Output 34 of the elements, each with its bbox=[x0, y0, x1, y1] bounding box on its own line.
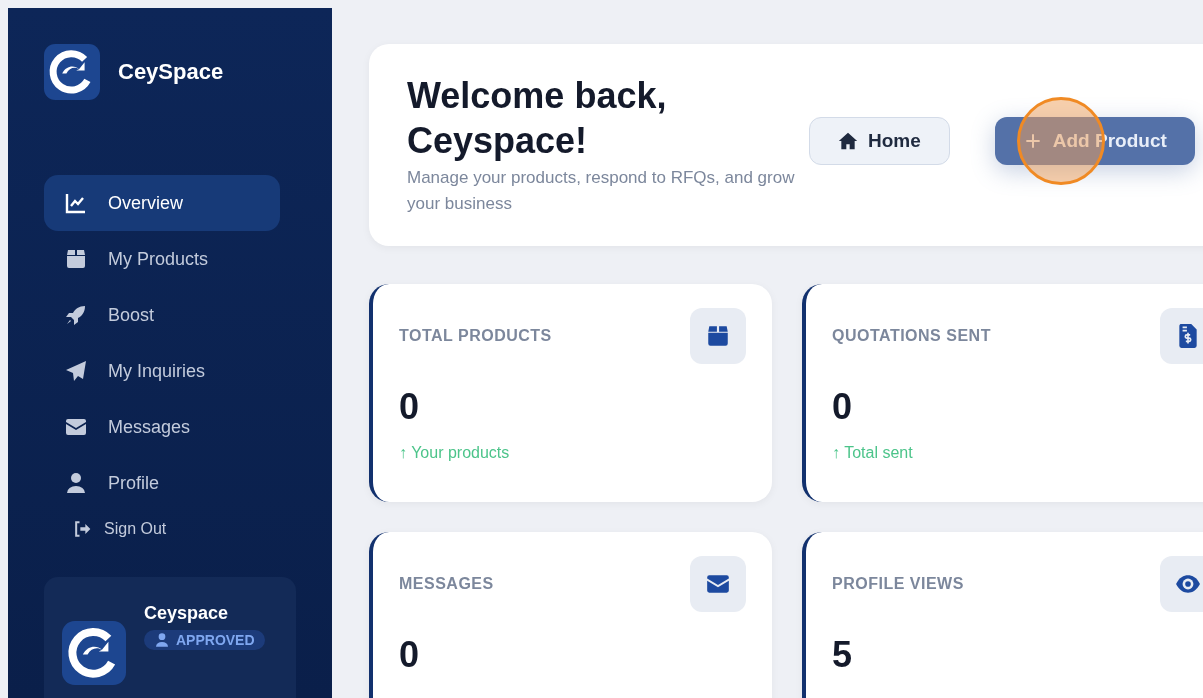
stat-value: 5 bbox=[832, 634, 854, 676]
signout-icon bbox=[72, 519, 92, 539]
logo-icon bbox=[62, 621, 126, 685]
welcome-subtitle: Manage your products, respond to RFQs, and grow your business bbox=[407, 167, 796, 215]
home-icon bbox=[838, 131, 858, 151]
nav-item[interactable]: My Inquiries bbox=[44, 343, 280, 399]
stat-value: 0 bbox=[399, 386, 421, 428]
status-badge: APPROVED bbox=[144, 630, 265, 650]
stat-label: MESSAGES bbox=[399, 575, 494, 593]
stat-trend: ↑ Your products bbox=[399, 444, 511, 462]
stat-trend: ↑ Total sent bbox=[832, 444, 914, 462]
sign-out-link[interactable]: Sign Out bbox=[44, 519, 296, 539]
stat-label: PROFILE VIEWS bbox=[832, 575, 964, 593]
logo-icon bbox=[44, 44, 100, 100]
box-icon bbox=[64, 247, 88, 271]
stat-value: 0 bbox=[399, 634, 421, 676]
nav-item[interactable]: Boost bbox=[44, 287, 280, 343]
home-button[interactable]: Home bbox=[809, 117, 950, 165]
chart-icon bbox=[64, 191, 88, 215]
plane-icon bbox=[64, 359, 88, 383]
stat-label: QUOTATIONS SENT bbox=[832, 327, 991, 345]
rocket-icon bbox=[64, 303, 88, 327]
box-icon bbox=[705, 323, 731, 349]
nav-item[interactable]: My Products bbox=[44, 231, 280, 287]
nav-item[interactable]: Profile bbox=[44, 455, 280, 511]
user-icon bbox=[64, 471, 88, 495]
brand-name: CeySpace bbox=[118, 59, 224, 85]
user-name: Ceyspace bbox=[144, 603, 230, 624]
welcome-title: Welcome back, Ceyspace! bbox=[407, 74, 668, 163]
nav-item[interactable]: Overview bbox=[44, 175, 280, 231]
stat-value: 0 bbox=[832, 386, 854, 428]
nav-item[interactable]: Messages bbox=[44, 399, 280, 455]
stat-label: TOTAL PRODUCTS bbox=[399, 327, 552, 345]
user-icon bbox=[154, 632, 170, 648]
